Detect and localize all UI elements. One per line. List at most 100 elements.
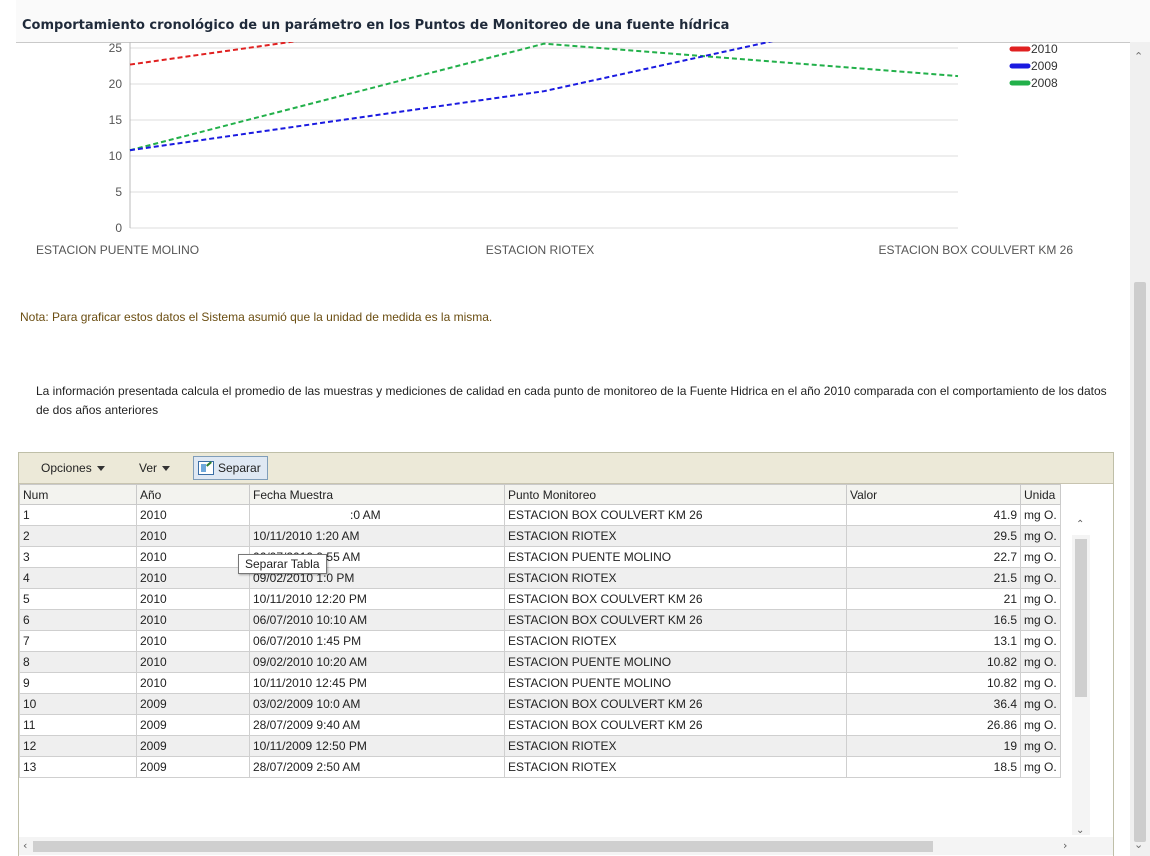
table-cell: 4 [19, 567, 137, 589]
table-header-row: Num Año Fecha Muestra Punto Monitoreo Valor U… [19, 484, 1061, 505]
table-cell: 2 [19, 525, 137, 547]
table-cell: 18.5 [846, 756, 1021, 778]
table-cell: ESTACION RIOTEX [504, 630, 847, 652]
table-row[interactable]: 5 2010 10/11/2010 12:20 PM ESTACION BOX COU… [19, 588, 1061, 610]
table-row[interactable]: 6 2010 06/07/2010 10:10 AM ESTACION BOX COU… [19, 609, 1061, 631]
table-cell: 03/02/2009 10:0 AM [249, 693, 505, 715]
column-header[interactable]: Fecha Muestra [249, 484, 505, 505]
table-cell: ESTACION BOX COULVERT KM 26 [504, 588, 847, 610]
table-row[interactable]: 8 2010 09/02/2010 10:20 AM ESTACION PUENTE … [19, 651, 1061, 673]
column-header[interactable]: Unida [1020, 484, 1061, 505]
column-header[interactable]: Num [19, 484, 137, 505]
table-cell: ESTACION RIOTEX [504, 756, 847, 778]
y-tick-label: 0 [115, 221, 122, 235]
table-cell: 26.86 [846, 714, 1021, 736]
table-cell: 5 [19, 588, 137, 610]
legend-label: 2009 [1031, 59, 1058, 73]
scroll-down-icon[interactable]: ⌄ [1076, 825, 1084, 836]
chevron-down-icon [96, 466, 105, 472]
options-menu[interactable]: Opciones [41, 461, 105, 475]
line-chart: 0 5 10 15 20 25 ESTACION PUENTE MOLINO ESTACION… [36, 42, 1074, 257]
report-window: Comportamiento cronológico de un parámet… [0, 0, 1150, 856]
column-header[interactable]: Punto Monitoreo [504, 484, 847, 505]
y-tick-label: 20 [109, 77, 123, 91]
scroll-up-icon[interactable]: ⌃ [1076, 519, 1084, 530]
table-cell: ESTACION PUENTE MOLINO [504, 546, 847, 568]
table-cell: mg O. [1020, 546, 1061, 568]
table-cell: mg O. [1020, 567, 1061, 589]
chart-note: Nota: Para graficar estos datos el Siste… [20, 310, 493, 324]
table-cell: 8 [19, 651, 137, 673]
table-row[interactable]: 13 2009 28/07/2009 2:50 AM ESTACION RIOTEX 1… [19, 756, 1061, 778]
series-line-2009 [129, 42, 774, 152]
table-cell: 2010 [136, 567, 250, 589]
table-row[interactable]: 1 2010:0 AM ESTACION BOX COULVERT KM 26 41.… [19, 504, 1061, 526]
table-row[interactable]: 4 2010 09/02/2010 1:0 PM ESTACION RIOTEX 21.… [19, 567, 1061, 589]
table-cell: 13.1 [846, 630, 1021, 652]
table-cell: 2009 [136, 714, 250, 736]
table-row[interactable]: 2 2010 10/11/2010 1:20 AM ESTACION RIOTEX 29… [19, 525, 1061, 547]
table-cell: 2010 [136, 504, 250, 526]
scroll-up-icon[interactable]: ⌃ [1134, 50, 1143, 63]
window-title: Comportamiento cronológico de un parámet… [22, 18, 730, 33]
table-cell: mg O. [1020, 735, 1061, 757]
table-cell: 10/11/2010 12:45 PM [249, 672, 505, 694]
table-row[interactable]: 7 2010 06/07/2010 1:45 PM ESTACION RIOTEX 13… [19, 630, 1061, 652]
y-tick-label: 5 [115, 185, 122, 199]
table-row[interactable]: 3201006/07/2010 9:55 AMESTACION PUENTE M… [19, 546, 1061, 568]
x-category-label: ESTACION BOX COULVERT KM 26 [879, 243, 1074, 257]
x-category-label: ESTACION PUENTE MOLINO [36, 243, 199, 257]
detach-table-icon [198, 461, 214, 475]
y-tick-label: 10 [109, 149, 123, 163]
title-bar: Comportamiento cronológico de un parámet… [16, 0, 1150, 43]
table-cell: 6 [19, 609, 137, 631]
scroll-left-icon[interactable]: ‹ [23, 839, 27, 852]
table-cell: 10/11/2009 12:50 PM [249, 735, 505, 757]
table-row[interactable]: 12 2009 10/11/2009 12:50 PM ESTACION RIOTEX… [19, 735, 1061, 757]
table-cell: 21 [846, 588, 1021, 610]
info-paragraph: La información presentada calcula el pro… [36, 384, 1107, 417]
table-cell: 1 [19, 504, 137, 526]
view-menu[interactable]: Ver [139, 461, 171, 475]
table-cell: 11 [19, 714, 137, 736]
table-cell: 09/02/2010 10:20 AM [249, 651, 505, 673]
table-cell: 2010 [136, 672, 250, 694]
table-row[interactable]: 11 2009 28/07/2009 9:40 AM ESTACION BOX COU… [19, 714, 1061, 736]
table-cell: 2009 [136, 693, 250, 715]
table-cell: mg O. [1020, 630, 1061, 652]
column-header[interactable]: Año [136, 484, 250, 505]
separate-button[interactable]: Separar [193, 456, 268, 480]
page-scroll-thumb[interactable] [1134, 282, 1146, 842]
table-hscroll-thumb[interactable] [33, 841, 933, 852]
table-row[interactable]: 10 2009 03/02/2009 10:0 AM ESTACION BOX COU… [19, 693, 1061, 715]
scroll-right-icon[interactable]: › [1063, 839, 1067, 852]
scroll-down-icon[interactable]: ⌄ [1134, 838, 1143, 851]
table-horizontal-scrollbar[interactable]: ‹ › [19, 837, 1113, 855]
table-cell: 2009 [136, 735, 250, 757]
table-cell: mg O. [1020, 588, 1061, 610]
table-vertical-scrollbar[interactable]: ⌃ ⌄ [1072, 519, 1090, 836]
table-cell: 2010 [136, 588, 250, 610]
table-cell: 2010 [136, 630, 250, 652]
table-cell: 10 [19, 693, 137, 715]
table-cell: ESTACION BOX COULVERT KM 26 [504, 714, 847, 736]
separate-button-label: Separar [218, 461, 261, 475]
table-cell: 13 [19, 756, 137, 778]
table-cell: mg O. [1020, 672, 1061, 694]
table-cell: 12 [19, 735, 137, 757]
chevron-down-icon [162, 466, 171, 472]
table-scroll-thumb[interactable] [1075, 539, 1087, 697]
table-cell: 28/07/2009 9:40 AM [249, 714, 505, 736]
table-cell: :0 AM [249, 504, 505, 526]
table-row[interactable]: 9 2010 10/11/2010 12:45 PM ESTACION PUENTE … [19, 672, 1061, 694]
column-header[interactable]: Valor [846, 484, 1021, 505]
table-cell: 2010 [136, 525, 250, 547]
table-cell: 2009 [136, 756, 250, 778]
table-cell: mg O. [1020, 525, 1061, 547]
page-vertical-scrollbar[interactable]: ⌃ ⌄ [1130, 42, 1150, 856]
x-category-label: ESTACION RIOTEX [486, 243, 594, 257]
y-tick-label: 15 [109, 113, 123, 127]
table-cell: mg O. [1020, 756, 1061, 778]
table-cell: 22.7 [846, 546, 1021, 568]
table-cell: mg O. [1020, 693, 1061, 715]
